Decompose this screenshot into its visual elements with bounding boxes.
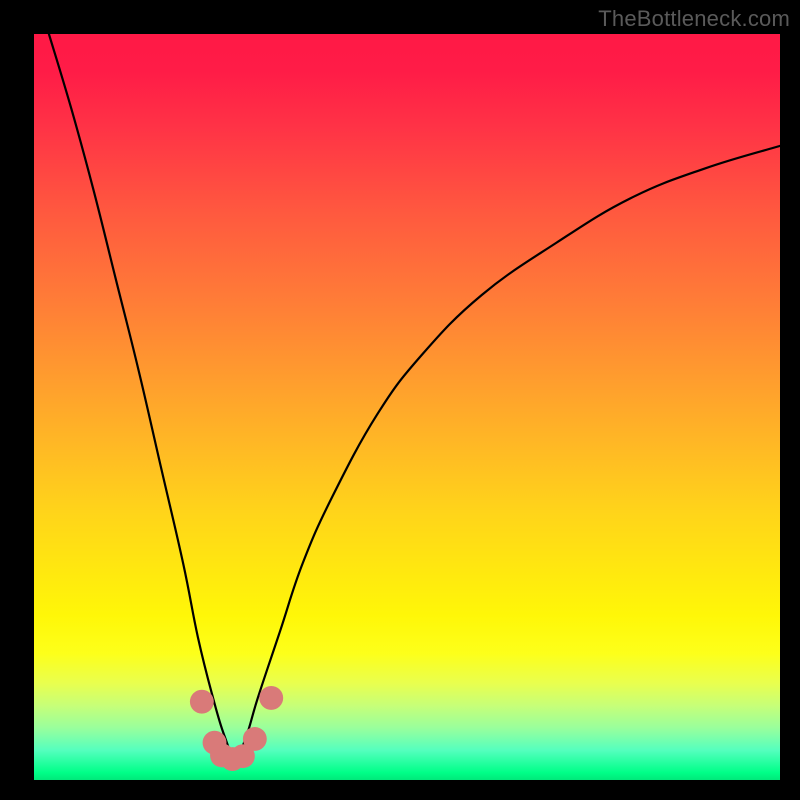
- attribution-text: TheBottleneck.com: [598, 6, 790, 32]
- chart-svg: [34, 34, 780, 780]
- bottleneck-curve: [49, 34, 780, 758]
- marker-left-outer: [190, 690, 214, 714]
- bottleneck-markers: [190, 686, 283, 771]
- marker-right-inner: [243, 727, 267, 751]
- chart-frame: TheBottleneck.com: [0, 0, 800, 800]
- marker-right-outer: [259, 686, 283, 710]
- plot-area: [34, 34, 780, 780]
